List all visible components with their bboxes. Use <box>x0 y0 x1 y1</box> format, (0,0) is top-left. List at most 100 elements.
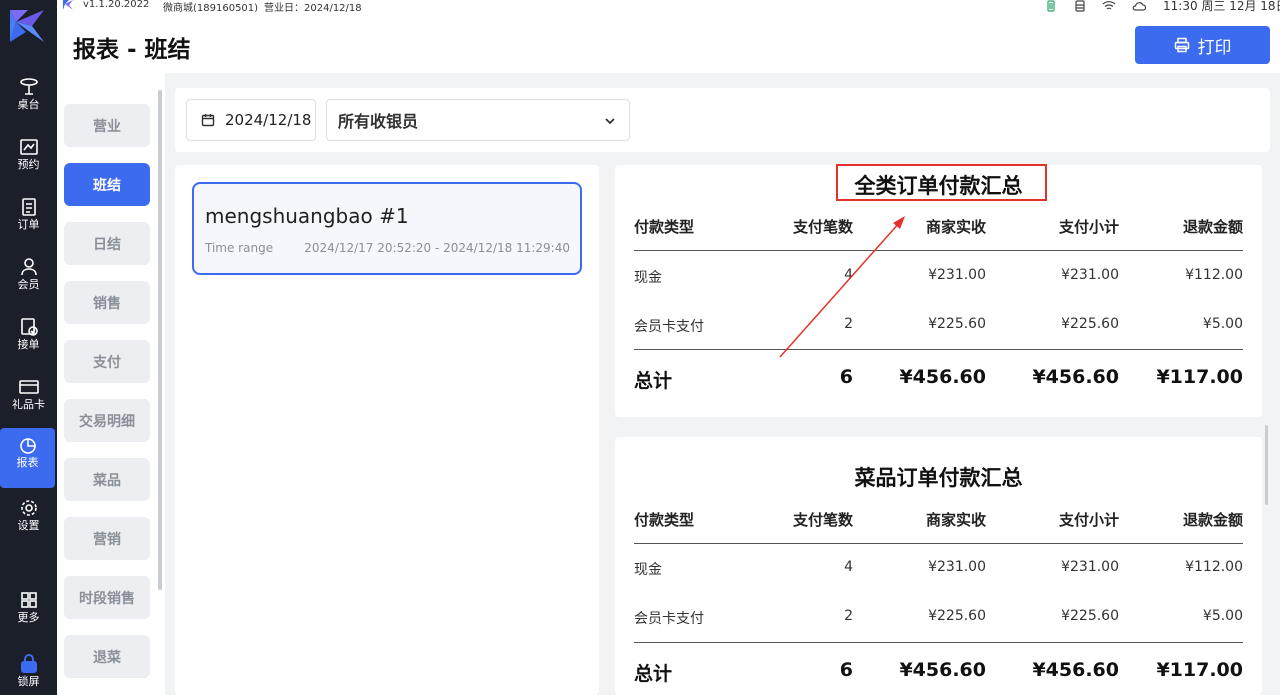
reservation-icon <box>19 139 38 155</box>
sidebar-item-order[interactable]: 订单 <box>0 190 57 248</box>
all-orders-payment-summary: 全类订单付款汇总 付款类型 支付笔数 商家实收 支付小计 退款金额 现金 4 ¥… <box>615 165 1262 417</box>
header-merchant-received: 商家实收 <box>925 511 986 529</box>
row-payment-count: 4 <box>844 559 853 575</box>
filter-bar: 2024/12/18 所有收银员 <box>175 88 1270 152</box>
page-title: 报表 - 班结 <box>73 37 191 63</box>
total-label: 总计 <box>634 370 673 392</box>
subnav-item-marketing[interactable]: 营销 <box>64 517 150 560</box>
accept-order-icon <box>20 318 38 336</box>
subnav-item-shift[interactable]: 班结 <box>64 163 150 206</box>
shift-card[interactable]: mengshuangbao #1 Time range 2024/12/17 2… <box>192 182 582 275</box>
chevron-down-icon <box>605 118 615 125</box>
sidebar-item-reservation[interactable]: 预约 <box>0 130 57 188</box>
row-refund-amount: ¥5.00 <box>1202 608 1243 624</box>
database-icon <box>1075 0 1085 12</box>
row-payment-subtotal: ¥231.00 <box>1061 559 1119 575</box>
page-header: 报表 - 班结 打印 <box>57 12 1280 73</box>
row-refund-amount: ¥5.00 <box>1202 316 1243 332</box>
date-value: 2024/12/18 <box>225 111 312 129</box>
sidebar-item-settings[interactable]: 设置 <box>0 491 57 549</box>
table-divider <box>634 642 1243 643</box>
sidebar-item-label: 接单 <box>17 338 40 351</box>
row-payment-type: 会员卡支付 <box>634 319 704 335</box>
sidebar-item-accept-order[interactable]: 接单 <box>0 310 57 368</box>
summary-title: 菜品订单付款汇总 <box>854 466 1023 490</box>
subnav-item-returned-dishes[interactable]: 退菜 <box>64 635 150 678</box>
sidebar-item-more[interactable]: 更多 <box>0 583 57 641</box>
sidebar: 桌台 预约 订单 会员 接单 礼品卡 报表 设置 更多 锁屏 <box>0 0 57 695</box>
header-merchant-received: 商家实收 <box>925 218 986 236</box>
total-payment-subtotal: ¥456.60 <box>1032 366 1119 388</box>
sidebar-item-label: 订单 <box>17 218 40 231</box>
sidebar-item-table[interactable]: 桌台 <box>0 70 57 128</box>
row-merchant-received: ¥225.60 <box>928 316 986 332</box>
member-icon <box>20 258 37 276</box>
gift-card-icon <box>18 380 39 394</box>
order-icon <box>21 198 36 216</box>
table-divider <box>634 349 1243 350</box>
date-picker[interactable]: 2024/12/18 <box>186 99 316 141</box>
row-payment-type: 会员卡支付 <box>634 611 704 627</box>
sidebar-item-label: 设置 <box>17 519 40 532</box>
subnav-item-business[interactable]: 营业 <box>64 104 150 147</box>
subnav-item-transactions[interactable]: 交易明细 <box>64 399 150 442</box>
total-payment-count: 6 <box>839 659 853 681</box>
lock-icon <box>20 654 37 673</box>
subnav-scrollbar[interactable] <box>158 90 162 590</box>
content-scrollbar[interactable] <box>1265 425 1268 505</box>
shift-list-panel: mengshuangbao #1 Time range 2024/12/17 2… <box>175 165 599 695</box>
cashier-select-value: 所有收银员 <box>338 112 419 131</box>
sidebar-item-member[interactable]: 会员 <box>0 250 57 308</box>
subnav-item-dishes[interactable]: 菜品 <box>64 458 150 501</box>
subnav-item-daily[interactable]: 日结 <box>64 222 150 265</box>
table-icon <box>19 78 38 95</box>
sidebar-item-gift-card[interactable]: 礼品卡 <box>0 370 57 428</box>
grid-icon <box>20 592 37 608</box>
row-payment-subtotal: ¥231.00 <box>1061 267 1119 283</box>
annotation-arrow-icon <box>779 216 905 358</box>
print-button-label: 打印 <box>1197 37 1232 58</box>
subnav-item-sales[interactable]: 销售 <box>64 281 150 324</box>
header-payment-subtotal: 支付小计 <box>1058 218 1119 236</box>
total-merchant-received: ¥456.60 <box>899 659 986 681</box>
report-icon <box>19 438 36 454</box>
shift-time-label: Time range <box>205 241 274 255</box>
total-merchant-received: ¥456.60 <box>899 366 986 388</box>
calendar-icon <box>201 114 215 127</box>
shift-time-value: 2024/12/17 20:52:20 - 2024/12/18 11:29:4… <box>304 241 570 255</box>
row-payment-subtotal: ¥225.60 <box>1061 608 1119 624</box>
sidebar-item-label: 锁屏 <box>17 675 40 688</box>
row-merchant-received: ¥231.00 <box>928 559 986 575</box>
sidebar-item-label: 更多 <box>17 611 40 624</box>
sidebar-item-report[interactable]: 报表 <box>0 428 55 488</box>
subnav-item-payment[interactable]: 支付 <box>64 340 150 383</box>
row-payment-subtotal: ¥225.60 <box>1061 316 1119 332</box>
sidebar-item-label: 会员 <box>17 278 40 291</box>
row-payment-count: 2 <box>844 608 853 624</box>
row-refund-amount: ¥112.00 <box>1185 267 1243 283</box>
header-refund-amount: 退款金额 <box>1182 511 1243 529</box>
subnav-item-timeslot-sales[interactable]: 时段销售 <box>64 576 150 619</box>
cashier-select[interactable]: 所有收银员 <box>326 99 630 141</box>
gear-icon <box>20 500 37 516</box>
total-label: 总计 <box>634 663 673 685</box>
header-payment-type: 付款类型 <box>634 511 695 529</box>
dish-orders-payment-summary: 菜品订单付款汇总 付款类型 支付笔数 商家实收 支付小计 退款金额 现金 4 ¥… <box>615 437 1262 695</box>
printer-icon <box>1174 37 1189 53</box>
total-payment-count: 6 <box>839 366 853 388</box>
app-logo-small-icon <box>63 0 73 10</box>
report-subnav: 营业 班结 日结 销售 支付 交易明细 菜品 营销 时段销售 退菜 <box>57 73 165 695</box>
print-button[interactable]: 打印 <box>1135 26 1270 64</box>
shift-name: mengshuangbao #1 <box>205 204 409 228</box>
app-logo-icon <box>10 10 44 42</box>
header-payment-count: 支付笔数 <box>792 511 853 529</box>
total-refund-amount: ¥117.00 <box>1156 366 1243 388</box>
sidebar-item-label: 桌台 <box>17 98 40 111</box>
row-payment-type: 现金 <box>634 270 662 286</box>
table-divider <box>634 250 1243 251</box>
table-divider <box>634 543 1243 544</box>
sidebar-item-label: 报表 <box>16 456 39 469</box>
total-payment-subtotal: ¥456.60 <box>1032 659 1119 681</box>
header-refund-amount: 退款金额 <box>1182 218 1243 236</box>
sidebar-item-lock[interactable]: 锁屏 <box>0 645 57 695</box>
